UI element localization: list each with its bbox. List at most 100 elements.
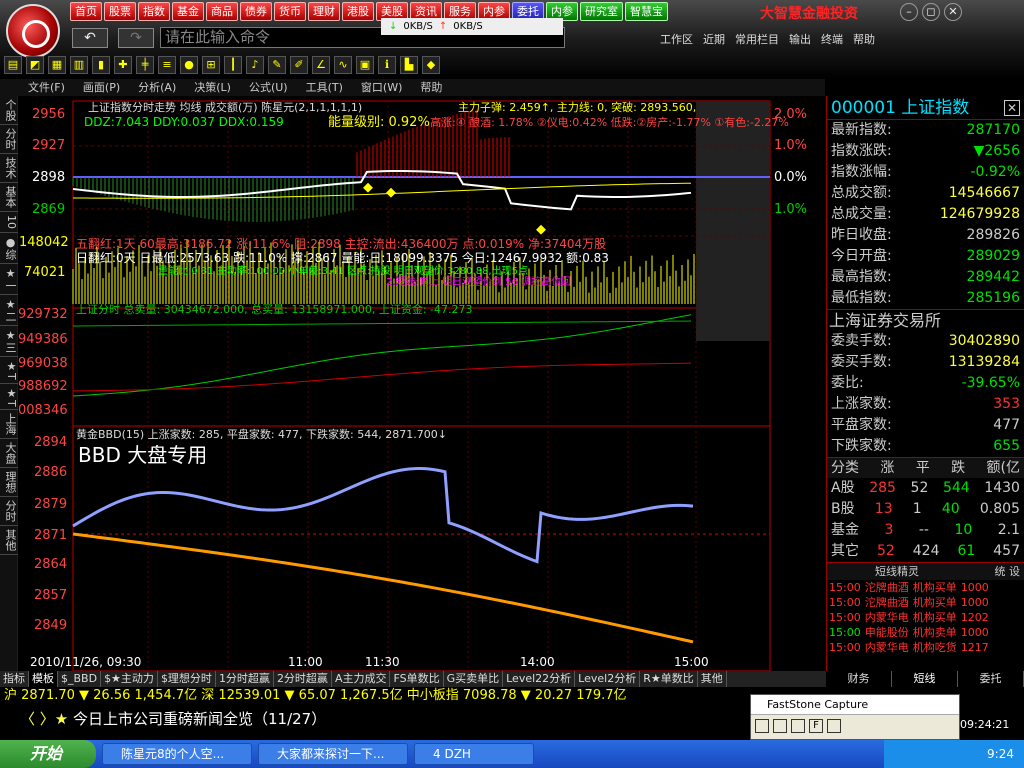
back-button[interactable]: ↶ — [72, 28, 108, 48]
indicator-tab-11[interactable]: Level2分析 — [575, 671, 641, 687]
right-menu-2[interactable]: 常用栏目 — [735, 31, 779, 47]
lines-icon[interactable]: ≡ — [158, 56, 176, 74]
left-tab-11[interactable]: 上海 — [0, 410, 18, 440]
news-headline[interactable]: 〈 〉★ 今日上市公司重磅新闻全览（11/27） — [0, 705, 750, 733]
nav-btn-16[interactable]: 智慧宝 — [625, 2, 668, 21]
indicator-tab-4[interactable]: $理想分时 — [158, 671, 216, 687]
cross-icon[interactable]: ✚ — [114, 56, 132, 74]
right-menu-1[interactable]: 近期 — [703, 31, 725, 47]
news-text[interactable]: 今日上市公司重磅新闻全览（11/27） — [73, 710, 326, 728]
alert-item[interactable]: 15:00 申能股份 机构卖单 1000 — [827, 625, 1024, 640]
menu-4[interactable]: 公式(U) — [249, 79, 288, 96]
indicator-tab-1[interactable]: 模板 — [29, 671, 58, 687]
faststone-window[interactable]: FastStone Capture F — [750, 694, 960, 740]
left-tab-15[interactable]: 其他 — [0, 526, 18, 556]
panel-tab-0[interactable]: 财务 — [826, 671, 892, 687]
left-tab-0[interactable]: 个股 — [0, 96, 18, 125]
indicator-tab-6[interactable]: 2分时超赢 — [274, 671, 332, 687]
capture-window-icon[interactable] — [755, 719, 769, 733]
close-panel-icon[interactable]: ✕ — [1004, 100, 1020, 116]
alert-item[interactable]: 15:00 内蒙华电 机构吃货 1217 — [827, 640, 1024, 655]
capture-rect-icon[interactable] — [791, 719, 805, 733]
nav-btn-7[interactable]: 理财 — [308, 2, 340, 21]
left-tab-14[interactable]: 分时 — [0, 497, 18, 527]
menu-0[interactable]: 文件(F) — [28, 79, 65, 96]
alert-item[interactable]: 15:00 沱牌曲酒 机构买单 1000 — [827, 595, 1024, 610]
indicator-tab-8[interactable]: FS单数比 — [390, 671, 444, 687]
nav-btn-6[interactable]: 货币 — [274, 2, 306, 21]
calc-icon[interactable]: ▣ — [356, 56, 374, 74]
menu-6[interactable]: 窗口(W) — [361, 79, 402, 96]
nav-btn-8[interactable]: 港股 — [342, 2, 374, 21]
left-tab-6[interactable]: ★一 — [0, 264, 18, 295]
draw-icon[interactable]: ✎ — [268, 56, 286, 74]
column-icon[interactable]: ┃ — [224, 56, 242, 74]
right-menu-0[interactable]: 工作区 — [660, 31, 693, 47]
chart-icon[interactable]: ◩ — [26, 56, 44, 74]
menu-5[interactable]: 工具(T) — [306, 79, 343, 96]
restore-icon[interactable]: ◻ — [922, 3, 940, 21]
task-ie-2[interactable]: 大家都来探讨一下... — [258, 743, 408, 765]
info-icon[interactable]: ℹ — [378, 56, 396, 74]
indicator-tab-7[interactable]: A主力成交 — [332, 671, 391, 687]
right-menu-3[interactable]: 输出 — [789, 31, 811, 47]
left-tab-8[interactable]: ★三 — [0, 326, 18, 357]
dzh-logo[interactable] — [6, 4, 60, 58]
nav-btn-1[interactable]: 股票 — [104, 2, 136, 21]
menu-3[interactable]: 决策(L) — [194, 79, 231, 96]
left-tab-10[interactable]: ★T — [0, 384, 18, 411]
candle-icon[interactable]: ╪ — [136, 56, 154, 74]
table-icon[interactable]: ▥ — [70, 56, 88, 74]
indicator-tab-10[interactable]: Level22分析 — [503, 671, 576, 687]
menu-2[interactable]: 分析(A) — [138, 79, 176, 96]
left-tab-3[interactable]: 基本 — [0, 183, 18, 212]
left-tab-1[interactable]: 分时 — [0, 125, 18, 154]
indicator-tab-5[interactable]: 1分时超赢 — [216, 671, 274, 687]
left-tab-5[interactable]: ●综 — [0, 233, 18, 264]
nav-btn-15[interactable]: 研究室 — [580, 2, 623, 21]
right-menu-5[interactable]: 帮助 — [853, 31, 875, 47]
indicator-tab-12[interactable]: R★单数比 — [640, 671, 698, 687]
capture-object-icon[interactable] — [773, 719, 787, 733]
alert-item[interactable]: 15:00 内蒙华电 机构买单 1202 — [827, 610, 1024, 625]
pen-icon[interactable]: ✐ — [290, 56, 308, 74]
folder-icon[interactable]: ▤ — [4, 56, 22, 74]
panel-tab-2[interactable]: 委托 — [958, 671, 1024, 687]
indicator-tab-9[interactable]: G买卖单比 — [444, 671, 504, 687]
grid-icon[interactable]: ▦ — [48, 56, 66, 74]
nav-btn-2[interactable]: 指数 — [138, 2, 170, 21]
nav-arrows-icon[interactable]: 〈 〉★ — [20, 710, 73, 728]
diamond-icon[interactable]: ◆ — [422, 56, 440, 74]
left-tab-9[interactable]: ★T — [0, 357, 18, 384]
task-dzh[interactable]: 4 DZH — [414, 743, 534, 765]
nav-btn-0[interactable]: 首页 — [70, 2, 102, 21]
nav-btn-4[interactable]: 商品 — [206, 2, 238, 21]
close-icon[interactable]: ✕ — [944, 3, 962, 21]
bar-icon[interactable]: ▮ — [92, 56, 110, 74]
task-ie-1[interactable]: 陈星元8的个人空... — [102, 743, 252, 765]
chart-area[interactable]: 上证指数分时走势 均线 成交额(万) 陈星元(2,1,1,1,1,1) 主力子弹:… — [18, 96, 826, 672]
alert-tab-stat[interactable]: 统 — [995, 565, 1006, 578]
left-tab-12[interactable]: 大盘 — [0, 439, 18, 469]
angle-icon[interactable]: ∠ — [312, 56, 330, 74]
indicator-tab-13[interactable]: 其他 — [698, 671, 727, 687]
forward-button[interactable]: ↷ — [118, 28, 154, 48]
nav-btn-3[interactable]: 基金 — [172, 2, 204, 21]
alert-tab-set[interactable]: 设 — [1009, 565, 1020, 578]
menu-1[interactable]: 画面(P) — [83, 79, 120, 96]
indicator-tab-2[interactable]: $_BBD — [58, 671, 102, 687]
left-tab-4[interactable]: 10 — [0, 212, 18, 233]
wave-icon[interactable]: ∿ — [334, 56, 352, 74]
capture-full-icon[interactable]: F — [809, 719, 823, 733]
left-tab-7[interactable]: ★二 — [0, 295, 18, 326]
stats-icon[interactable]: ▙ — [400, 56, 418, 74]
indicator-tab-0[interactable]: 指标 — [0, 671, 29, 687]
right-menu-4[interactable]: 终端 — [821, 31, 843, 47]
capture-scroll-icon[interactable] — [827, 719, 841, 733]
left-tab-2[interactable]: 技术 — [0, 154, 18, 183]
start-button[interactable]: 开始 — [0, 740, 96, 768]
alert-item[interactable]: 15:00 沱牌曲酒 机构买单 1000 — [827, 580, 1024, 595]
panel-tab-1[interactable]: 短线 — [892, 671, 958, 687]
bell-icon[interactable]: ♪ — [246, 56, 264, 74]
menu-7[interactable]: 帮助 — [420, 79, 442, 96]
